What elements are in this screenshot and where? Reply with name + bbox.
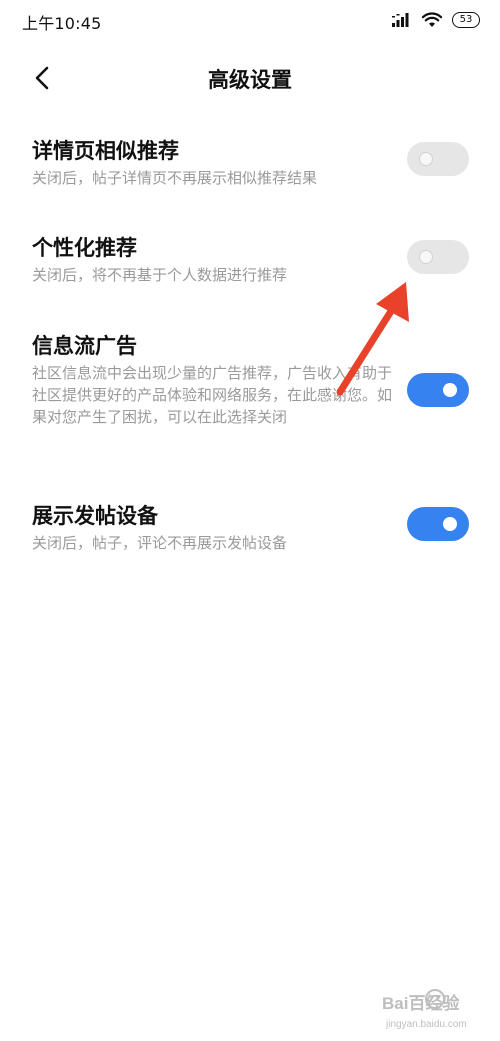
- wifi-icon: [422, 12, 442, 27]
- toggle-knob: [443, 517, 457, 531]
- baidu-jingyan-watermark: Bai百经验 jingyan.baidu.com: [382, 989, 467, 1030]
- watermark-logo: Bai百经验: [382, 993, 460, 1013]
- setting-feed-ads: 信息流广告 社区信息流中会出现少量的广告推荐，广告收入有助于社区提供更好的产品体…: [0, 330, 500, 460]
- setting-personalized-recommend: 个性化推荐 关闭后，将不再基于个人数据进行推荐: [0, 232, 500, 302]
- setting-title: 信息流广告: [32, 334, 137, 358]
- status-time: 上午10:45: [22, 14, 102, 33]
- setting-description: 关闭后，帖子，评论不再展示发帖设备: [32, 534, 288, 552]
- setting-title: 详情页相似推荐: [32, 139, 179, 163]
- setting-title: 展示发帖设备: [32, 504, 158, 528]
- setting-title: 个性化推荐: [32, 236, 137, 260]
- toggle-knob: [443, 383, 457, 397]
- setting-description: 关闭后，帖子详情页不再展示相似推荐结果: [32, 169, 318, 187]
- setting-similar-recommend: 详情页相似推荐 关闭后，帖子详情页不再展示相似推荐结果: [0, 135, 500, 205]
- signal-icon: [392, 13, 409, 27]
- show-device-toggle[interactable]: [407, 507, 469, 541]
- similar-recommend-toggle[interactable]: [407, 142, 469, 176]
- page-title: 高级设置: [208, 68, 292, 92]
- setting-description: 社区信息流中会出现少量的广告推荐，广告收入有助于社区提供更好的产品体验和网络服务…: [32, 364, 393, 426]
- status-bar: 上午10:45 53: [0, 0, 500, 42]
- watermark-url: jingyan.baidu.com: [385, 1019, 467, 1030]
- toggle-knob: [419, 152, 433, 166]
- feed-ads-toggle[interactable]: [407, 373, 469, 407]
- setting-show-device: 展示发帖设备 关闭后，帖子，评论不再展示发帖设备: [0, 500, 500, 570]
- status-icons: 53: [392, 10, 480, 30]
- header: 高级设置: [0, 52, 500, 102]
- battery-icon: 53: [452, 12, 480, 28]
- personalized-recommend-toggle[interactable]: [407, 240, 469, 274]
- toggle-knob: [419, 250, 433, 264]
- setting-description: 关闭后，将不再基于个人数据进行推荐: [32, 266, 288, 284]
